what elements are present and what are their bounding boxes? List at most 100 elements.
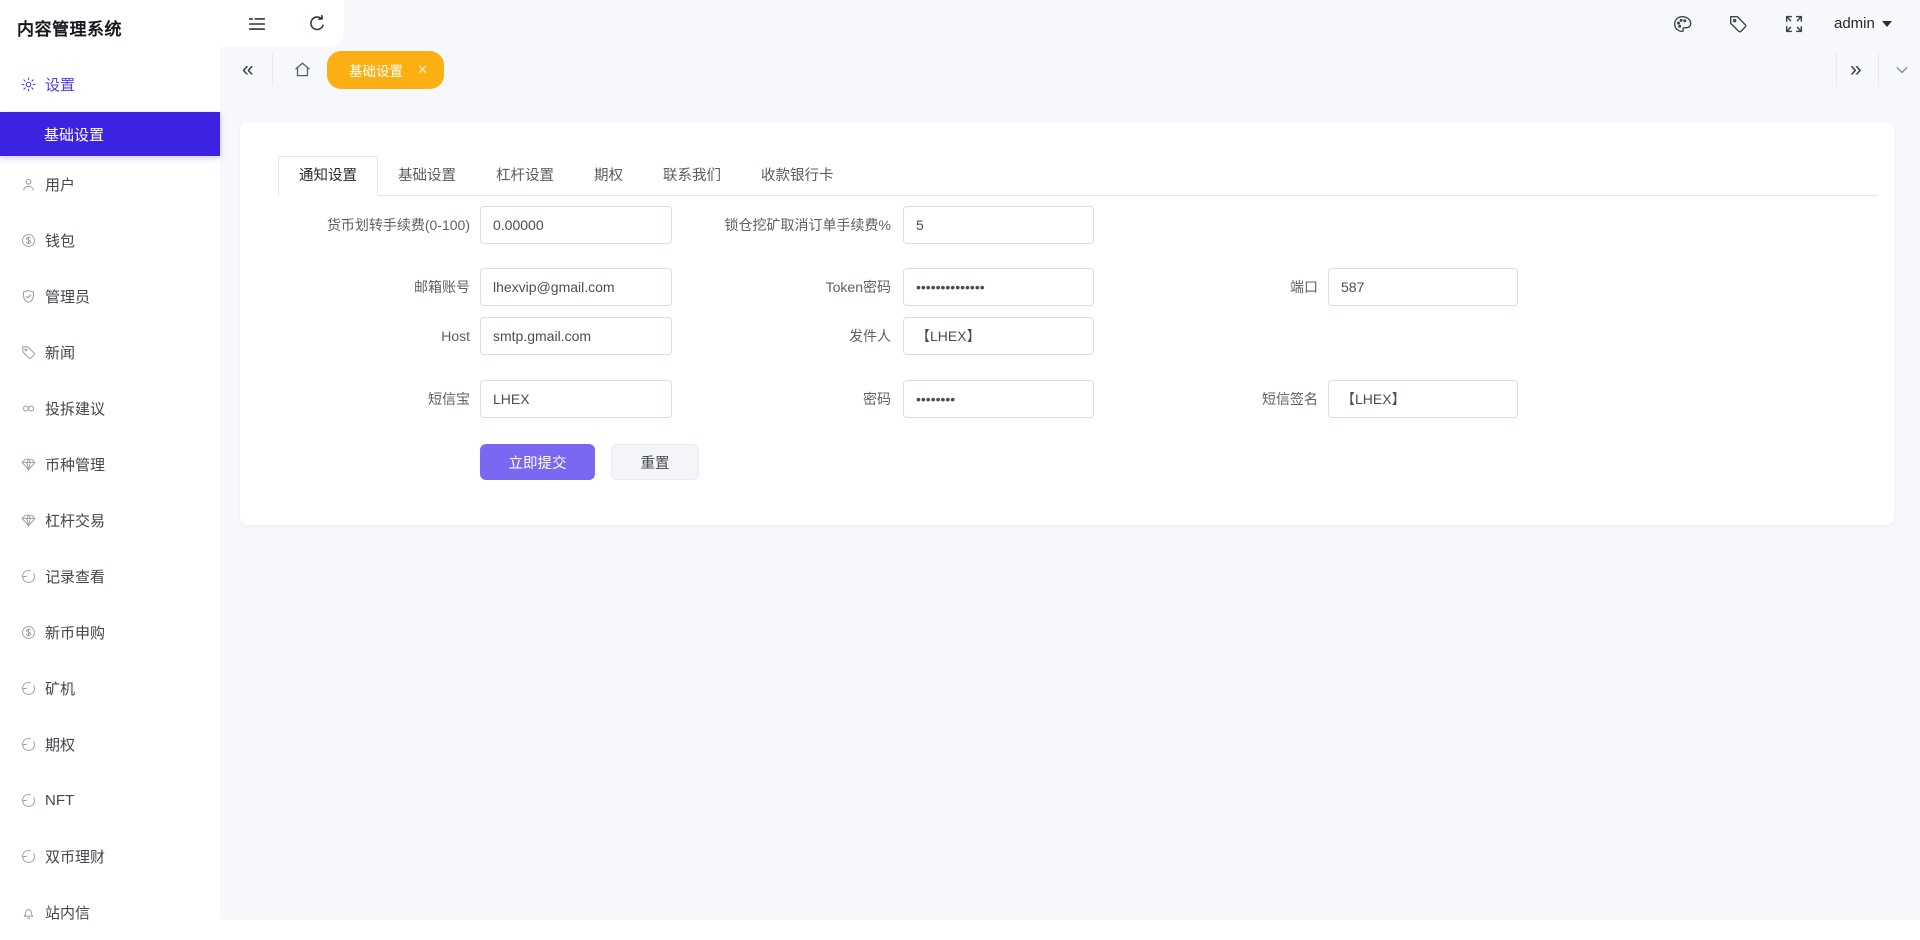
sidebar-item-coin-manage[interactable]: 币种管理 (0, 436, 220, 492)
smsbao-input[interactable] (480, 380, 672, 418)
sidebar-subitem-basic-settings[interactable]: 基础设置 (0, 112, 220, 156)
sidebar-item-label: 新币申购 (45, 622, 105, 643)
email-account-input[interactable] (480, 268, 672, 306)
settings-tabs: 通知设置 基础设置 杠杆设置 期权 联系我们 收款银行卡 (278, 156, 1878, 196)
tab-notify-settings[interactable]: 通知设置 (278, 156, 378, 196)
host-input[interactable] (480, 317, 672, 355)
sidebar-item-news[interactable]: 新闻 (0, 324, 220, 380)
shield-check-icon (20, 288, 37, 305)
coin-dash-icon (20, 848, 37, 865)
user-menu[interactable]: admin (1834, 0, 1892, 47)
divider (1878, 53, 1879, 86)
username: admin (1834, 15, 1875, 32)
sidebar-item-label: 币种管理 (45, 454, 105, 475)
scroll-tabs-right-icon[interactable]: » (1850, 47, 1862, 92)
sidebar-item-leverage[interactable]: 杠杆交易 (0, 492, 220, 548)
field-label: 邮箱账号 (252, 277, 480, 297)
gem-icon (20, 456, 37, 473)
sidebar-item-label: 站内信 (45, 902, 90, 923)
notify-settings-form: 货币划转手续费(0-100) 锁仓挖矿取消订单手续费% 邮箱账号 Token密码… (240, 206, 1894, 480)
main-area: admin « 基础设置 ✕ » 通知设置 基础设置 杠杆设置 期权 联系我们 … (220, 0, 1920, 920)
tab-bank-card[interactable]: 收款银行卡 (741, 156, 854, 195)
form-row: 短信宝 密码 短信签名 (240, 380, 1894, 418)
form-row: 货币划转手续费(0-100) 锁仓挖矿取消订单手续费% (240, 206, 1894, 244)
field-label: Host (252, 328, 480, 344)
sms-signature-input[interactable] (1328, 380, 1518, 418)
sidebar-item-new-coin[interactable]: 新币申购 (0, 604, 220, 660)
sidebar-item-label: 期权 (45, 734, 75, 755)
tag-icon[interactable] (1727, 13, 1749, 35)
sidebar-item-label: 新闻 (45, 342, 75, 363)
sidebar-item-admins[interactable]: 管理员 (0, 268, 220, 324)
fullscreen-icon[interactable] (1783, 13, 1805, 35)
sidebar-item-label: 钱包 (45, 230, 75, 251)
user-icon (20, 176, 37, 193)
form-row: 邮箱账号 Token密码 端口 (240, 268, 1894, 306)
sidebar-item-records[interactable]: 记录查看 (0, 548, 220, 604)
field-label: 货币划转手续费(0-100) (252, 215, 480, 235)
app-title: 内容管理系统 (0, 0, 220, 48)
sidebar-item-label: NFT (45, 792, 74, 809)
open-tab-label: 基础设置 (349, 60, 403, 80)
sidebar-subitem-label: 基础设置 (44, 124, 104, 145)
sidebar-item-miner[interactable]: 矿机 (0, 660, 220, 716)
sidebar-item-label: 杠杆交易 (45, 510, 105, 531)
tab-basic-settings[interactable]: 基础设置 (378, 156, 476, 195)
gem-icon (20, 512, 37, 529)
topbar: admin (220, 0, 1920, 47)
sidebar-item-label: 投拆建议 (45, 398, 105, 419)
home-icon[interactable] (292, 59, 313, 80)
close-icon[interactable]: ✕ (417, 62, 428, 78)
transfer-fee-input[interactable] (480, 206, 672, 244)
tab-contact-us[interactable]: 联系我们 (643, 156, 741, 195)
sidebar-item-label: 管理员 (45, 286, 90, 307)
menu-fold-icon[interactable] (246, 13, 268, 35)
tab-leverage-settings[interactable]: 杠杆设置 (476, 156, 574, 195)
sidebar-item-label: 用户 (45, 174, 75, 195)
reset-button[interactable]: 重置 (611, 444, 699, 480)
field-label: 端口 (1094, 277, 1328, 297)
port-input[interactable] (1328, 268, 1518, 306)
sidebar-item-nft[interactable]: NFT (0, 772, 220, 828)
form-row: Host 发件人 (240, 317, 1894, 355)
refresh-icon[interactable] (306, 13, 328, 35)
tab-options[interactable]: 期权 (574, 156, 643, 195)
field-label: 短信签名 (1094, 389, 1328, 409)
coin-dash-icon (20, 568, 37, 585)
sidebar-item-dual-invest[interactable]: 双币理财 (0, 828, 220, 884)
field-label: 密码 (672, 389, 903, 409)
caret-down-icon (1882, 21, 1892, 27)
dollar-circle-icon (20, 624, 37, 641)
field-label: Token密码 (672, 277, 903, 297)
sidebar-item-wallet[interactable]: 钱包 (0, 212, 220, 268)
token-password-input[interactable] (903, 268, 1094, 306)
sidebar-menu: 设置 基础设置 用户 钱包 管理员 新闻 (0, 56, 220, 940)
loops-icon (20, 400, 37, 417)
settings-card: 通知设置 基础设置 杠杆设置 期权 联系我们 收款银行卡 货币划转手续费(0-1… (240, 122, 1894, 525)
divider (272, 53, 273, 86)
sms-password-input[interactable] (903, 380, 1094, 418)
field-label: 锁仓挖矿取消订单手续费% (672, 215, 903, 235)
field-label: 发件人 (672, 326, 903, 346)
sidebar-item-label: 双币理财 (45, 846, 105, 867)
open-tab-chip[interactable]: 基础设置 ✕ (327, 51, 444, 89)
sidebar-item-feedback[interactable]: 投拆建议 (0, 380, 220, 436)
palette-icon[interactable] (1671, 13, 1693, 35)
field-label: 短信宝 (252, 389, 480, 409)
sidebar-item-options[interactable]: 期权 (0, 716, 220, 772)
sidebar-item-label: 矿机 (45, 678, 75, 699)
dollar-circle-icon (20, 232, 37, 249)
sidebar-item-settings[interactable]: 设置 (0, 56, 220, 112)
sidebar: 内容管理系统 设置 基础设置 用户 钱包 管理员 (0, 0, 220, 920)
scroll-tabs-left-icon[interactable]: « (242, 47, 254, 92)
mining-cancel-fee-input[interactable] (903, 206, 1094, 244)
tab-strip: « 基础设置 ✕ » (220, 47, 1920, 92)
chevron-down-icon[interactable] (1892, 60, 1912, 80)
bell-icon (20, 904, 37, 921)
sidebar-item-label: 记录查看 (45, 566, 105, 587)
submit-button[interactable]: 立即提交 (480, 444, 595, 480)
sidebar-item-messages[interactable]: 站内信 (0, 884, 220, 940)
sender-input[interactable] (903, 317, 1094, 355)
sidebar-item-users[interactable]: 用户 (0, 156, 220, 212)
divider (1836, 53, 1837, 86)
